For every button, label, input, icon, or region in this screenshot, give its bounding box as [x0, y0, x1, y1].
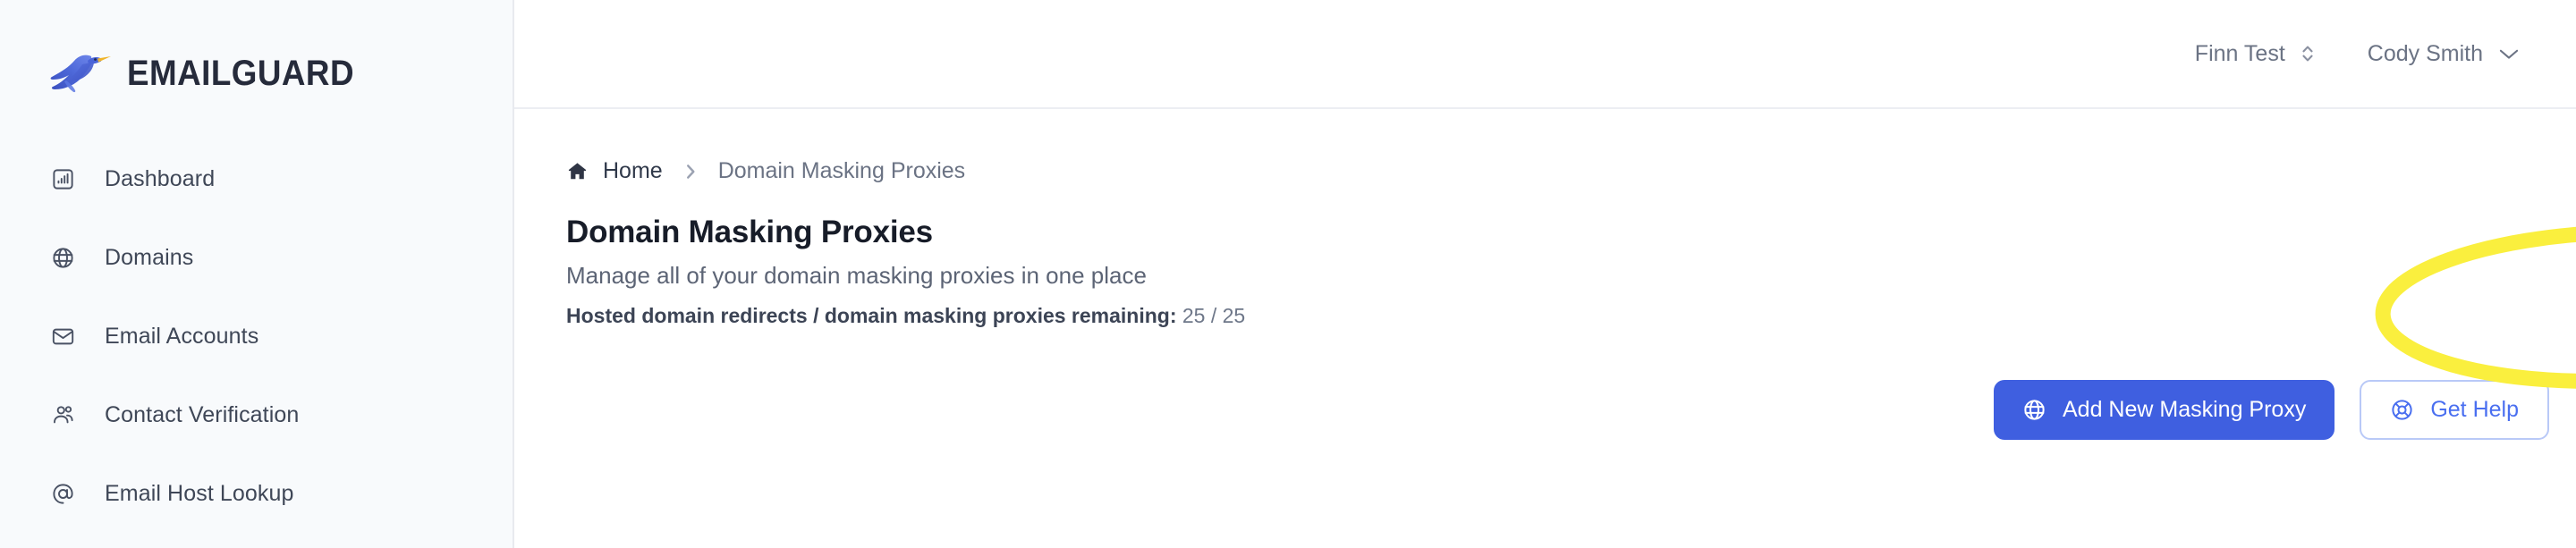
page-subtitle: Manage all of your domain masking proxie…: [566, 262, 1147, 289]
top-header: Finn Test Cody Smith: [514, 0, 2576, 109]
sidebar-item-dashboard[interactable]: Dashboard: [0, 139, 513, 218]
add-new-masking-proxy-button[interactable]: Add New Masking Proxy: [1994, 380, 2335, 440]
add-new-masking-proxy-label: Add New Masking Proxy: [2063, 397, 2307, 422]
sidebar-item-label: Email Accounts: [105, 323, 259, 349]
breadcrumb-home-link[interactable]: Home: [603, 158, 663, 184]
chevron-down-icon: [2499, 49, 2519, 59]
brand-logo[interactable]: EMAILGUARD: [0, 0, 513, 109]
page-content: Home Domain Masking Proxies Domain Maski…: [514, 109, 2576, 440]
lifebuoy-icon: [2392, 400, 2412, 420]
user-name: Cody Smith: [2367, 40, 2483, 66]
at-sign-circle-icon: [53, 483, 73, 504]
sidebar-item-domains[interactable]: Domains: [0, 218, 513, 297]
bird-logo-icon: [50, 55, 111, 93]
sidebar-nav: Dashboard Domains Email Accounts Contact…: [0, 109, 513, 533]
quota-line: Hosted domain redirects / domain masking…: [566, 304, 2576, 328]
users-icon: [53, 405, 73, 423]
envelope-icon: [52, 328, 74, 344]
workspace-name: Finn Test: [2194, 40, 2285, 66]
quota-value: 25 / 25: [1182, 304, 1246, 327]
quota-label: Hosted domain redirects / domain masking…: [566, 304, 1177, 327]
main-area: Finn Test Cody Smith Home Domain Masking…: [514, 0, 2576, 548]
page-title: Domain Masking Proxies: [566, 215, 933, 249]
sidebar-item-label: Contact Verification: [105, 401, 300, 427]
page-heading-block: Domain Masking Proxies Manage all of you…: [566, 215, 2576, 328]
sidebar-item-label: Email Host Lookup: [105, 480, 294, 506]
sidebar-item-contact-verification[interactable]: Contact Verification: [0, 375, 513, 454]
page-actions: Add New Masking Proxy Get Help: [1994, 380, 2549, 440]
chevron-right-icon: [686, 164, 695, 179]
get-help-label: Get Help: [2430, 397, 2519, 422]
breadcrumb-current: Domain Masking Proxies: [717, 158, 966, 183]
sidebar-item-label: Domains: [105, 244, 194, 270]
sidebar-item-label: Dashboard: [105, 165, 216, 191]
globe-icon: [53, 247, 73, 268]
brand-name: EMAILGUARD: [127, 53, 355, 93]
breadcrumb: Home Domain Masking Proxies: [566, 158, 2576, 184]
app-root: EMAILGUARD Dashboard Domains Email Accou…: [0, 0, 2576, 548]
get-help-button[interactable]: Get Help: [2360, 380, 2549, 440]
chart-bar-box-icon: [53, 168, 73, 190]
sidebar: EMAILGUARD Dashboard Domains Email Accou…: [0, 0, 514, 548]
sidebar-item-email-accounts[interactable]: Email Accounts: [0, 297, 513, 375]
user-menu[interactable]: Cody Smith: [2362, 32, 2526, 76]
chevron-up-down-icon: [2302, 46, 2313, 62]
workspace-switcher[interactable]: Finn Test: [2182, 32, 2330, 76]
globe-icon: [2024, 400, 2045, 420]
sidebar-item-email-host-lookup[interactable]: Email Host Lookup: [0, 454, 513, 533]
home-icon: [568, 163, 587, 180]
